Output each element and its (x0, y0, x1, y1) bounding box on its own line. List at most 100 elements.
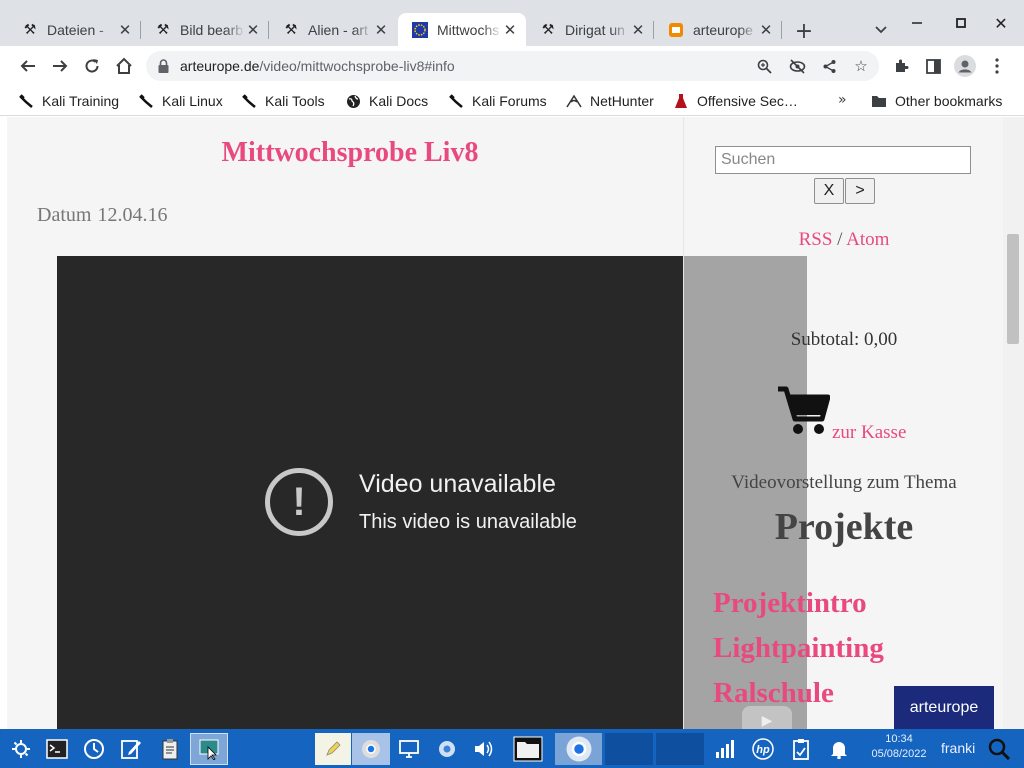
menu-kebab-icon[interactable] (985, 54, 1009, 78)
tab-title: Dateien - (47, 21, 104, 38)
close-icon[interactable]: ✕ (758, 22, 774, 39)
hammer-icon: ⚒ (23, 21, 37, 37)
post-date: Datum 12.04.16 (37, 204, 167, 227)
maximize-button[interactable] (944, 8, 978, 38)
chrome-window-button[interactable] (555, 733, 602, 765)
hammer-icon: ⚒ (541, 21, 555, 37)
clipboard-manager-icon[interactable] (784, 733, 818, 765)
close-icon[interactable]: ✕ (117, 22, 133, 39)
hp-printer-icon[interactable]: hp (746, 733, 780, 765)
screenshot-tool-active[interactable] (190, 733, 228, 765)
file-manager-icon[interactable] (507, 733, 549, 765)
zoom-icon[interactable] (753, 55, 775, 77)
reload-icon (85, 59, 99, 73)
bookmark-nethunter[interactable]: NetHunter (566, 90, 654, 112)
arteurope-icon (668, 22, 684, 38)
date-label: Datum (37, 204, 92, 226)
chrome-taskbar-icon[interactable] (352, 733, 390, 765)
bookmark-kali-docs[interactable]: Kali Docs (345, 90, 428, 112)
bookmark-kali-tools[interactable]: Kali Tools (241, 90, 325, 112)
address-bar[interactable]: arteurope.de/video/mittwochsprobe-liv8#i… (146, 51, 879, 81)
search-icon[interactable] (982, 733, 1016, 765)
tracking-protection-icon[interactable] (786, 55, 808, 77)
tab-4-active[interactable]: Mittwochs ✕ (398, 13, 526, 46)
tab-1[interactable]: ⚒ Dateien - ✕ (8, 13, 141, 46)
video-error-title: Video unavailable (359, 470, 556, 498)
notifications-bell-icon[interactable] (822, 733, 856, 765)
username-label[interactable]: franki (941, 740, 975, 756)
post-title[interactable]: Mittwochsprobe Liv8 (7, 137, 693, 169)
project-link-projektintro[interactable]: Projektintro (713, 587, 867, 620)
globe-icon (345, 93, 361, 109)
other-bookmarks-folder[interactable]: Other bookmarks (871, 90, 1002, 112)
rss-link[interactable]: RSS (799, 229, 833, 250)
profile-avatar-icon[interactable] (953, 54, 977, 78)
chromium-icon[interactable] (430, 733, 464, 765)
notes-icon[interactable] (315, 733, 351, 765)
search-submit-button[interactable]: > (845, 178, 875, 204)
bookmark-star-icon[interactable]: ☆ (850, 55, 872, 77)
page-scrollbar[interactable] (1003, 117, 1024, 729)
date-value: 12.04.16 (97, 204, 168, 226)
search-input[interactable] (715, 146, 971, 174)
bookmarks-overflow-chevron[interactable]: » (838, 92, 847, 108)
reload-button[interactable] (78, 52, 106, 80)
browser-toolbar: arteurope.de/video/mittwochsprobe-liv8#i… (0, 46, 1024, 86)
bookmark-kali-linux[interactable]: Kali Linux (138, 90, 223, 112)
feed-links: RSS / Atom (684, 229, 1004, 251)
video-error-subtitle: This video is unavailable (359, 511, 577, 533)
home-button[interactable] (110, 52, 138, 80)
back-button[interactable] (14, 52, 42, 80)
clipboard-icon[interactable] (153, 733, 187, 765)
close-icon[interactable]: ✕ (630, 22, 646, 39)
network-signal-icon[interactable] (708, 733, 742, 765)
forward-button[interactable] (46, 52, 74, 80)
remote-desktop-icon[interactable] (392, 733, 426, 765)
search-clear-button[interactable]: X (814, 178, 844, 204)
atom-link[interactable]: Atom (846, 229, 889, 250)
volume-icon[interactable] (467, 733, 501, 765)
bookmark-label: Kali Docs (369, 93, 429, 109)
arteurope-logo[interactable]: arteurope (894, 686, 994, 729)
extensions-icon[interactable] (889, 54, 913, 78)
timeshift-icon[interactable] (77, 733, 111, 765)
app-menu-icon[interactable] (4, 733, 38, 765)
video-intro-text: Videovorstellung zum Thema (731, 472, 957, 493)
tab-search-button[interactable] (868, 18, 894, 42)
svg-text:hp: hp (756, 744, 770, 756)
tab-title: Mittwochs (437, 21, 500, 38)
workspace-1[interactable] (605, 733, 653, 765)
share-icon[interactable] (818, 55, 840, 77)
tab-6[interactable]: arteurope ✕ (654, 13, 782, 46)
terminal-icon[interactable] (40, 733, 74, 765)
text-editor-icon[interactable] (114, 733, 148, 765)
kali-dragon-icon (241, 93, 257, 109)
close-icon[interactable]: ✕ (373, 22, 389, 39)
bookmark-offensive-security[interactable]: Offensive Sec… (673, 90, 798, 112)
close-window-button[interactable]: ✕ (984, 8, 1018, 38)
taskbar-clock[interactable]: 10:34 05/08/2022 (862, 732, 936, 762)
alert-circle-icon: ! (265, 468, 333, 536)
bookmark-kali-forums[interactable]: Kali Forums (448, 90, 547, 112)
clock-time: 10:34 (885, 733, 913, 745)
bookmark-kali-training[interactable]: Kali Training (18, 90, 119, 112)
tab-3[interactable]: ⚒ Alien - art ✕ (269, 13, 397, 46)
hammer-icon: ⚒ (156, 21, 170, 37)
play-icon[interactable]: ▶ (742, 706, 792, 729)
scrollbar-thumb[interactable] (1007, 234, 1019, 344)
close-icon[interactable]: ✕ (502, 22, 518, 39)
tab-5[interactable]: ⚒ Dirigat un ✕ (526, 13, 654, 46)
new-tab-button[interactable]: + (790, 17, 818, 45)
workspace-2[interactable] (656, 733, 704, 765)
home-icon (116, 57, 132, 74)
close-icon[interactable]: ✕ (245, 22, 261, 39)
tab-2[interactable]: ⚒ Bild bearb ✕ (141, 13, 269, 46)
minimize-button[interactable] (900, 8, 934, 38)
shopping-cart-icon[interactable] (776, 385, 830, 437)
kali-dragon-icon (18, 93, 34, 109)
project-link-lightpainting[interactable]: Lightpainting (713, 632, 884, 665)
sidebar: X > RSS / Atom Subtotal: 0,00 zur Kasse … (683, 117, 1003, 729)
side-panel-icon[interactable] (921, 54, 945, 78)
checkout-link[interactable]: zur Kasse (832, 422, 906, 444)
lock-icon[interactable] (158, 59, 172, 73)
